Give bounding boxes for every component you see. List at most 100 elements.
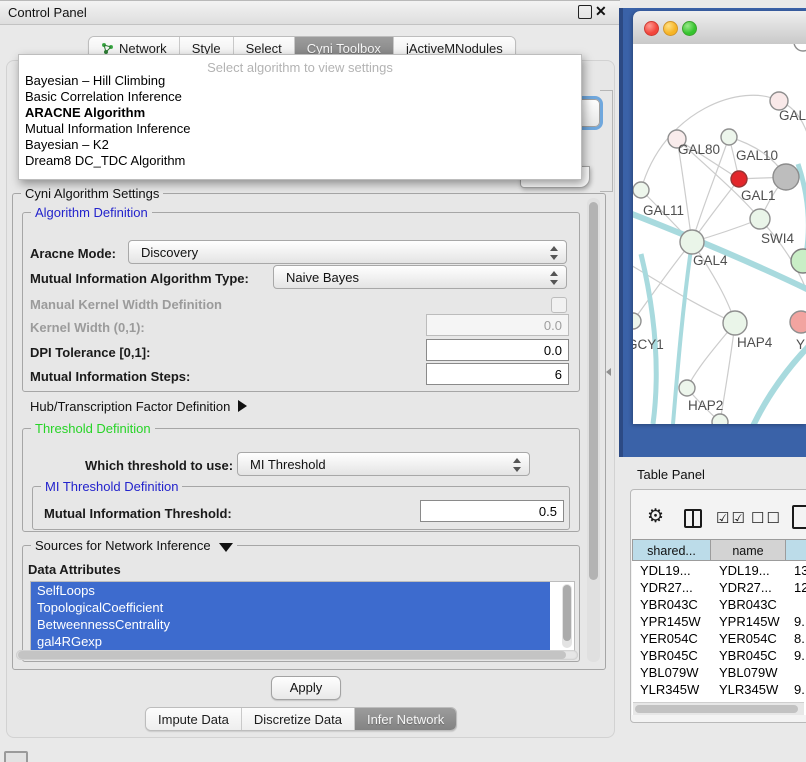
splitter-collapse-icon[interactable]: [606, 368, 611, 376]
network-edge-thick[interactable]: [633, 212, 806, 292]
hub-definition-label: Hub/Transcription Factor Definition: [30, 399, 230, 414]
table-cell[interactable]: YBR045C: [632, 647, 711, 664]
spinner-arrows-icon: [550, 245, 558, 261]
table-hscrollbar[interactable]: [633, 702, 804, 715]
network-node[interactable]: [633, 313, 641, 329]
tab-discretize-data[interactable]: Discretize Data: [242, 708, 355, 730]
network-node[interactable]: [712, 414, 728, 424]
zoom-traffic-light-icon[interactable]: [682, 21, 697, 36]
table-cell[interactable]: YBR043C: [711, 596, 786, 613]
table-cell[interactable]: YDR27...: [711, 579, 786, 596]
hub-definition-expander[interactable]: Hub/Transcription Factor Definition: [30, 399, 247, 414]
scrollbar-thumb[interactable]: [18, 651, 566, 659]
deselect-all-checkboxes-icon[interactable]: ☐☐: [751, 509, 782, 527]
which-threshold-select[interactable]: MI Threshold: [237, 452, 530, 476]
algorithm-option[interactable]: ARACNE Algorithm: [25, 105, 145, 121]
tab-impute-data[interactable]: Impute Data: [146, 708, 242, 730]
table-cell[interactable]: YPR145W: [632, 613, 711, 630]
table-cell[interactable]: 12: [786, 579, 806, 596]
settings-hscrollbar[interactable]: [16, 650, 578, 660]
algorithm-option[interactable]: Basic Correlation Inference: [25, 89, 182, 105]
table-cell[interactable]: YER054C: [711, 630, 786, 647]
network-node[interactable]: [791, 249, 806, 273]
table-cell[interactable]: 9.: [786, 681, 806, 698]
attribute-item[interactable]: BetweennessCentrality: [31, 616, 550, 633]
dpi-tolerance-input[interactable]: [426, 339, 569, 361]
table-cell[interactable]: YDL19...: [711, 562, 786, 579]
table-cell[interactable]: YBL079W: [632, 664, 711, 681]
network-node[interactable]: [680, 230, 704, 254]
column-chooser-icon[interactable]: [684, 509, 702, 528]
network-node[interactable]: [633, 182, 649, 198]
table-cell[interactable]: YLR345W: [632, 681, 711, 698]
minimize-traffic-light-icon[interactable]: [663, 21, 678, 36]
table-cell[interactable]: YPR145W: [711, 613, 786, 630]
network-window-titlebar[interactable]: [633, 11, 806, 45]
scrollbar-thumb[interactable]: [635, 705, 798, 713]
scrollbar-thumb[interactable]: [563, 585, 571, 641]
table-cell[interactable]: 9.: [786, 647, 806, 664]
attributes-scrollbar[interactable]: [562, 584, 572, 648]
data-attributes-list[interactable]: SelfLoopsTopologicalCoefficientBetweenne…: [30, 581, 575, 653]
scrollbar-thumb[interactable]: [589, 202, 598, 580]
table-cell[interactable]: [786, 596, 806, 613]
mi-steps-input[interactable]: [426, 363, 569, 385]
export-table-icon[interactable]: [792, 505, 806, 529]
column-header[interactable]: shared...: [632, 539, 711, 561]
sources-group-title[interactable]: Sources for Network Inference: [31, 538, 237, 553]
algorithm-option[interactable]: Dream8 DC_TDC Algorithm: [25, 153, 185, 169]
table-cell[interactable]: 9.: [786, 613, 806, 630]
spinner-arrows-icon: [550, 270, 558, 286]
network-edge-thick[interactable]: [753, 344, 806, 424]
algorithm-option[interactable]: Mutual Information Inference: [25, 121, 190, 137]
network-node[interactable]: [773, 164, 799, 190]
attribute-item[interactable]: TopologicalCoefficient: [31, 599, 550, 616]
table-cell[interactable]: [786, 664, 806, 681]
float-window-icon[interactable]: [578, 5, 592, 19]
attribute-item[interactable]: gal4RGexp: [31, 633, 550, 650]
column-header[interactable]: A: [786, 539, 806, 561]
table-cell[interactable]: YBR045C: [711, 647, 786, 664]
network-canvas[interactable]: GAL7GAL80GAL10GAL1GAL11SWI4GAL4GCY1HAP4Y…: [633, 44, 806, 424]
network-node[interactable]: [750, 209, 770, 229]
network-edge-thick[interactable]: [673, 242, 692, 424]
kernel-width-input[interactable]: [426, 314, 569, 336]
gear-icon[interactable]: ⚙: [647, 505, 664, 528]
table-cell[interactable]: YDR27...: [632, 579, 711, 596]
close-traffic-light-icon[interactable]: [644, 21, 659, 36]
mi-type-select[interactable]: Naive Bayes: [273, 265, 567, 289]
settings-vscrollbar[interactable]: [587, 198, 600, 662]
column-header[interactable]: name: [711, 539, 786, 561]
table-cell[interactable]: YER054C: [632, 630, 711, 647]
network-window[interactable]: GAL7GAL80GAL10GAL1GAL11SWI4GAL4GCY1HAP4Y…: [633, 11, 806, 424]
aracne-mode-select[interactable]: Discovery: [128, 240, 567, 264]
table-cell[interactable]: 13: [786, 562, 806, 579]
table-cell[interactable]: YBL079W: [711, 664, 786, 681]
minimized-panel-button[interactable]: [4, 751, 28, 762]
close-icon[interactable]: ✕: [595, 3, 607, 20]
mi-threshold-input[interactable]: [420, 500, 564, 522]
desktop-edge: [619, 8, 623, 457]
algorithm-definition-title: Algorithm Definition: [31, 205, 152, 220]
network-node[interactable]: [723, 311, 747, 335]
select-all-checkboxes-icon[interactable]: ☑☑: [716, 509, 747, 527]
apply-button[interactable]: Apply: [271, 676, 341, 700]
table-cell[interactable]: 8.: [786, 630, 806, 647]
tab-infer-network[interactable]: Infer Network: [355, 708, 456, 730]
network-node[interactable]: [731, 171, 747, 187]
algorithm-option[interactable]: Bayesian – K2: [25, 137, 109, 153]
node-table[interactable]: shared...nameAYDL19...YDL19...13YDR27...…: [632, 539, 806, 715]
network-node[interactable]: [679, 380, 695, 396]
network-node[interactable]: [794, 44, 806, 51]
manual-kernel-checkbox[interactable]: [551, 297, 567, 313]
algorithm-option[interactable]: Bayesian – Hill Climbing: [25, 73, 165, 89]
node-label: GAL7: [779, 108, 806, 123]
algorithm-dropdown-popup: Select algorithm to view settings Bayesi…: [18, 54, 582, 180]
table-cell[interactable]: YBR043C: [632, 596, 711, 613]
node-label: GAL11: [643, 203, 684, 218]
table-cell[interactable]: YDL19...: [632, 562, 711, 579]
network-node[interactable]: [721, 129, 737, 145]
network-node[interactable]: [790, 311, 806, 333]
attribute-item[interactable]: SelfLoops: [31, 582, 550, 599]
table-cell[interactable]: YLR345W: [711, 681, 786, 698]
